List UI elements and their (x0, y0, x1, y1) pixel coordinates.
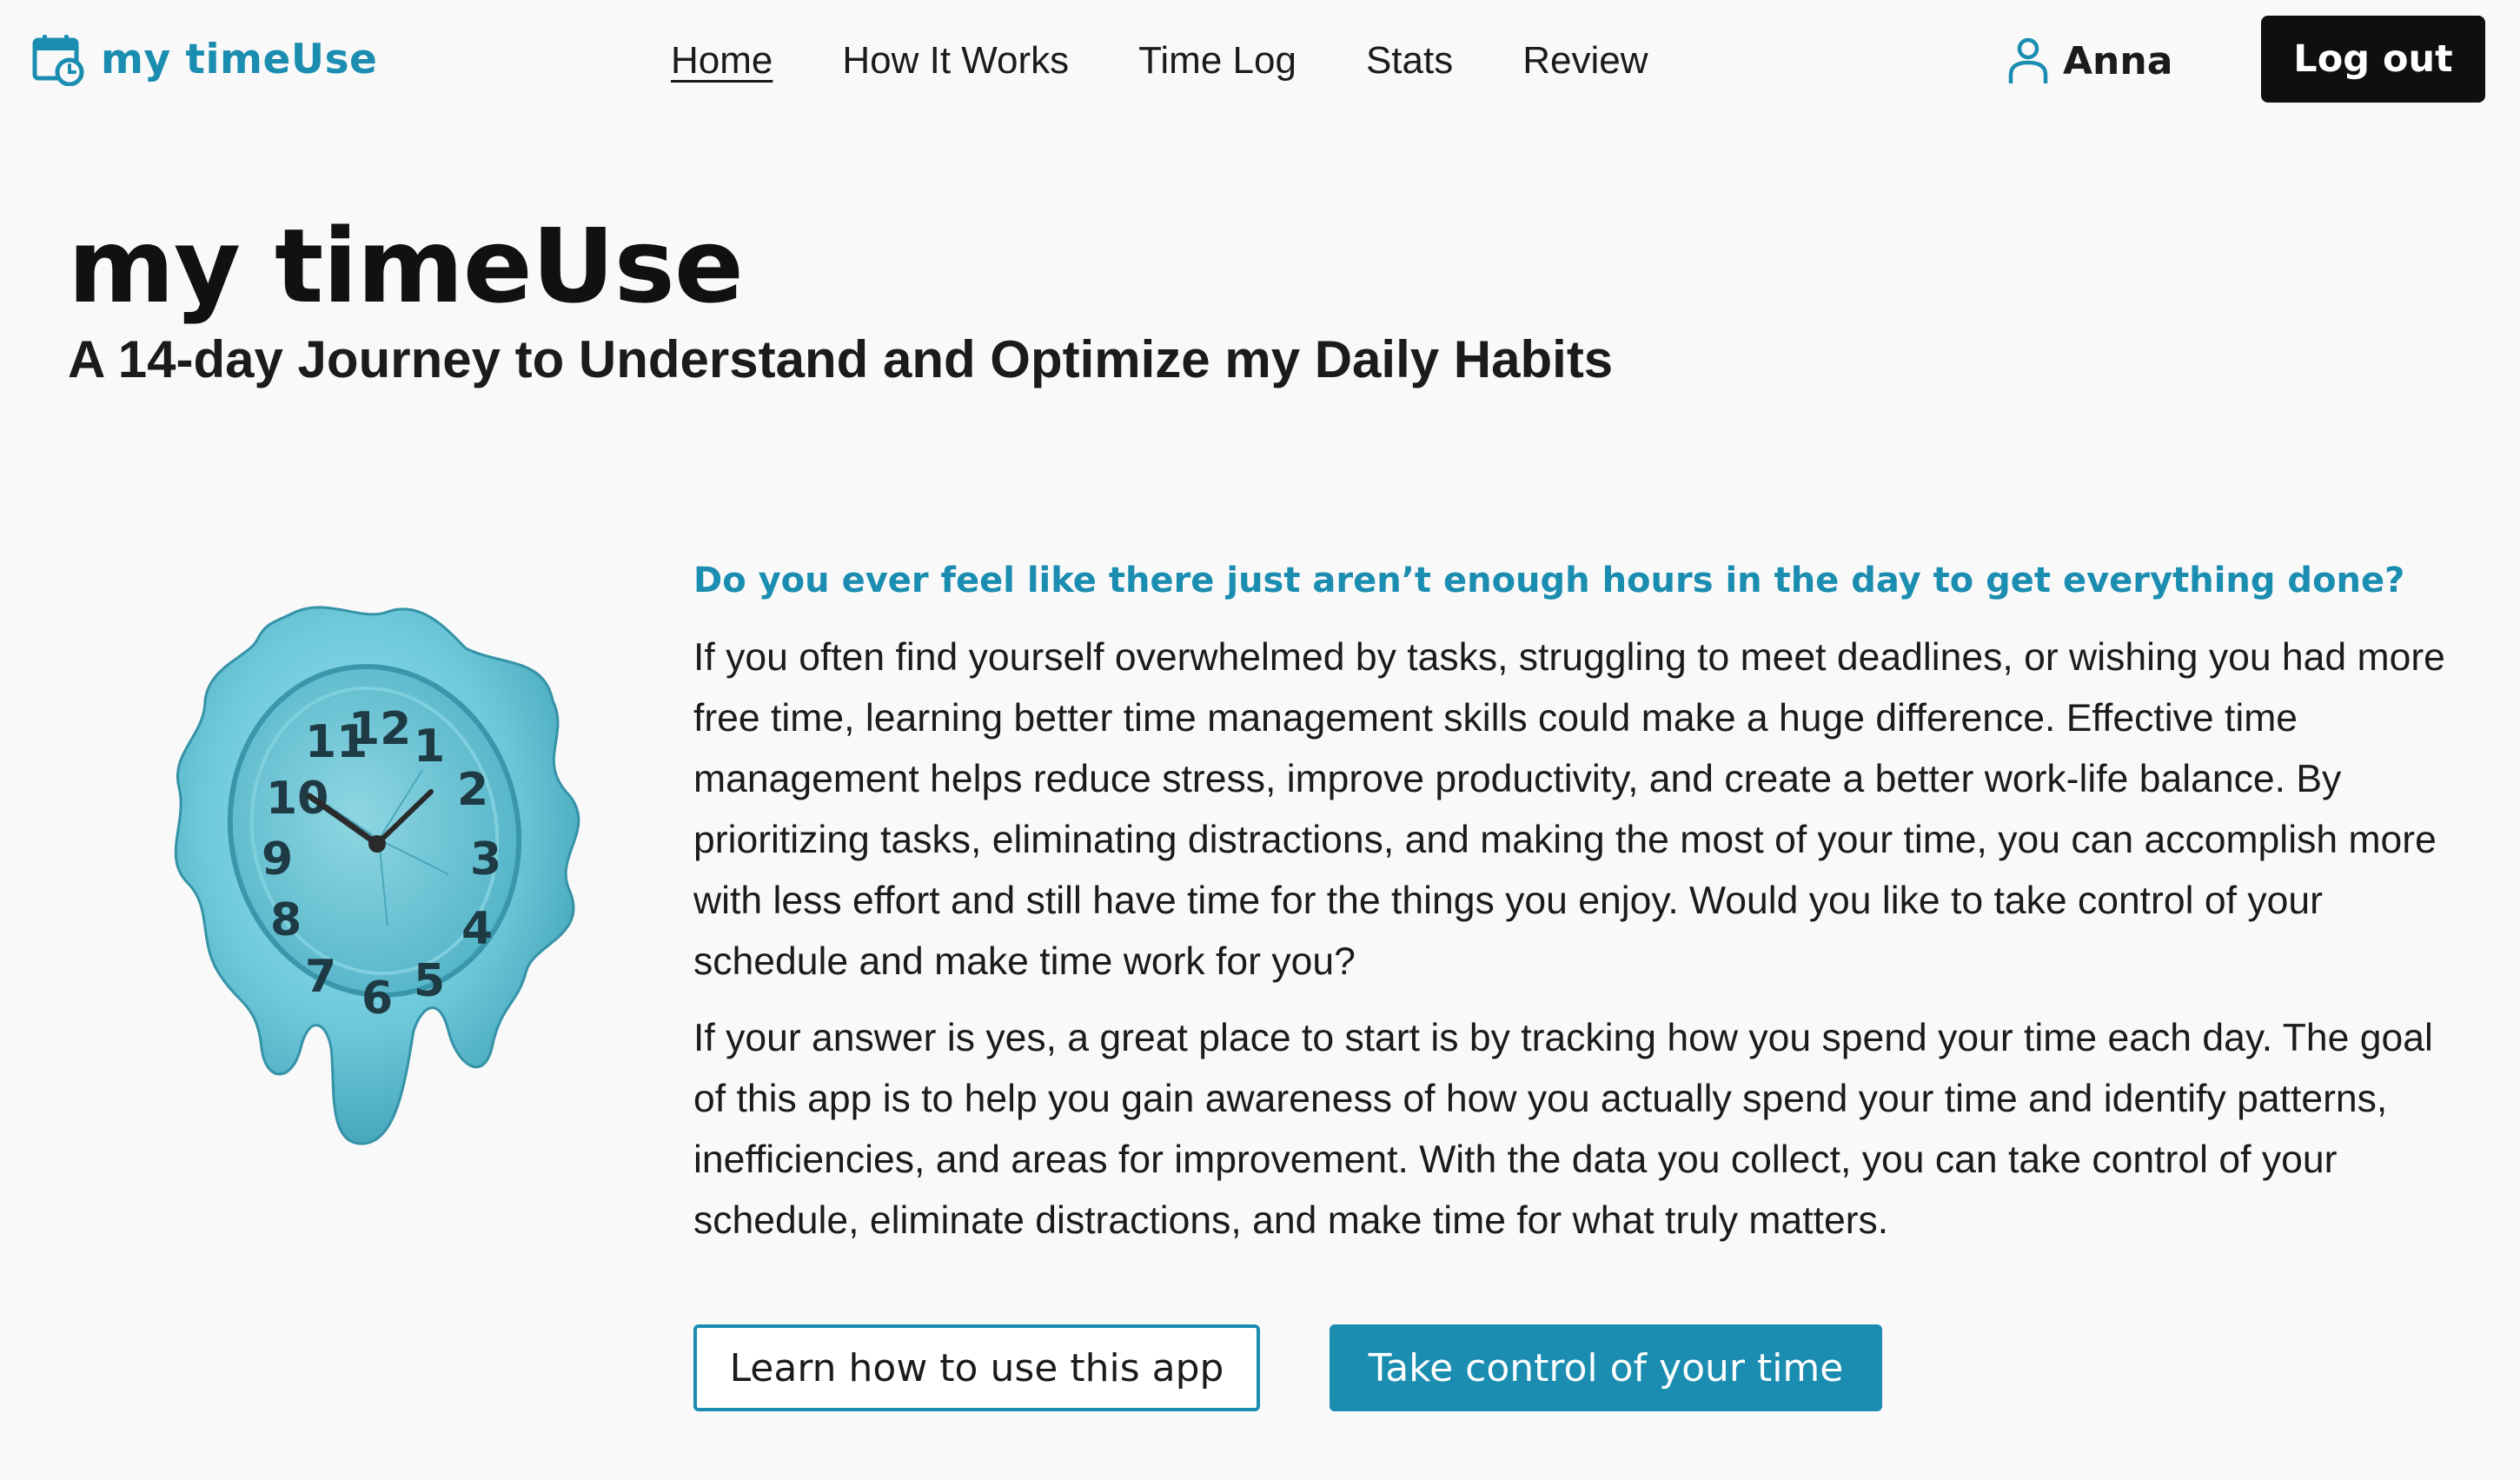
intro-paragraph: If your answer is yes, a great place to … (693, 1017, 2433, 1242)
melting-clock-icon: 12 1 2 3 4 5 6 7 8 9 10 11 (174, 606, 580, 1145)
brand-logo-link[interactable]: my timeUse (31, 30, 377, 89)
intro-section: Do you ever feel like there just aren’t … (693, 548, 2449, 1251)
calendar-clock-icon (32, 35, 84, 86)
svg-text:7: 7 (305, 951, 336, 1003)
melting-clock-image: 12 1 2 3 4 5 6 7 8 9 10 11 (162, 596, 596, 1152)
svg-text:4: 4 (461, 903, 493, 955)
action-buttons: Learn how to use this app Take control o… (693, 1324, 1882, 1411)
svg-text:2: 2 (457, 764, 488, 816)
svg-text:11: 11 (305, 716, 368, 768)
take-control-button[interactable]: Take control of your time (1330, 1324, 1882, 1411)
svg-text:6: 6 (361, 972, 393, 1025)
learn-how-button[interactable]: Learn how to use this app (693, 1324, 1260, 1411)
brand-name: my timeUse (101, 35, 378, 83)
page-subtitle: A 14-day Journey to Understand and Optim… (68, 330, 1614, 388)
nav-link-how-it-works[interactable]: How It Works (842, 39, 1069, 83)
nav-link-review[interactable]: Review (1522, 39, 1648, 83)
svg-text:9: 9 (262, 833, 293, 886)
main-nav: Home How It Works Time Log Stats Review (671, 35, 1718, 87)
top-navbar: my timeUse Home How It Works Time Log St… (0, 0, 2520, 123)
svg-text:1: 1 (414, 720, 445, 773)
logout-button[interactable]: Log out (2261, 16, 2485, 103)
intro-paragraph: If you often find yourself overwhelmed b… (693, 636, 2445, 983)
svg-text:5: 5 (414, 955, 445, 1007)
intro-question: Do you ever feel like there just aren’t … (693, 561, 2405, 601)
svg-text:10: 10 (266, 773, 328, 825)
svg-text:3: 3 (470, 833, 501, 886)
svg-text:8: 8 (270, 894, 302, 946)
nav-link-time-log[interactable]: Time Log (1138, 39, 1296, 83)
nav-link-stats[interactable]: Stats (1366, 39, 1453, 83)
user-profile[interactable]: Anna (2007, 30, 2172, 92)
user-name: Anna (2063, 38, 2173, 83)
nav-link-home[interactable]: Home (671, 39, 773, 83)
user-icon (2008, 37, 2048, 83)
page-title: my timeUse (68, 206, 744, 326)
